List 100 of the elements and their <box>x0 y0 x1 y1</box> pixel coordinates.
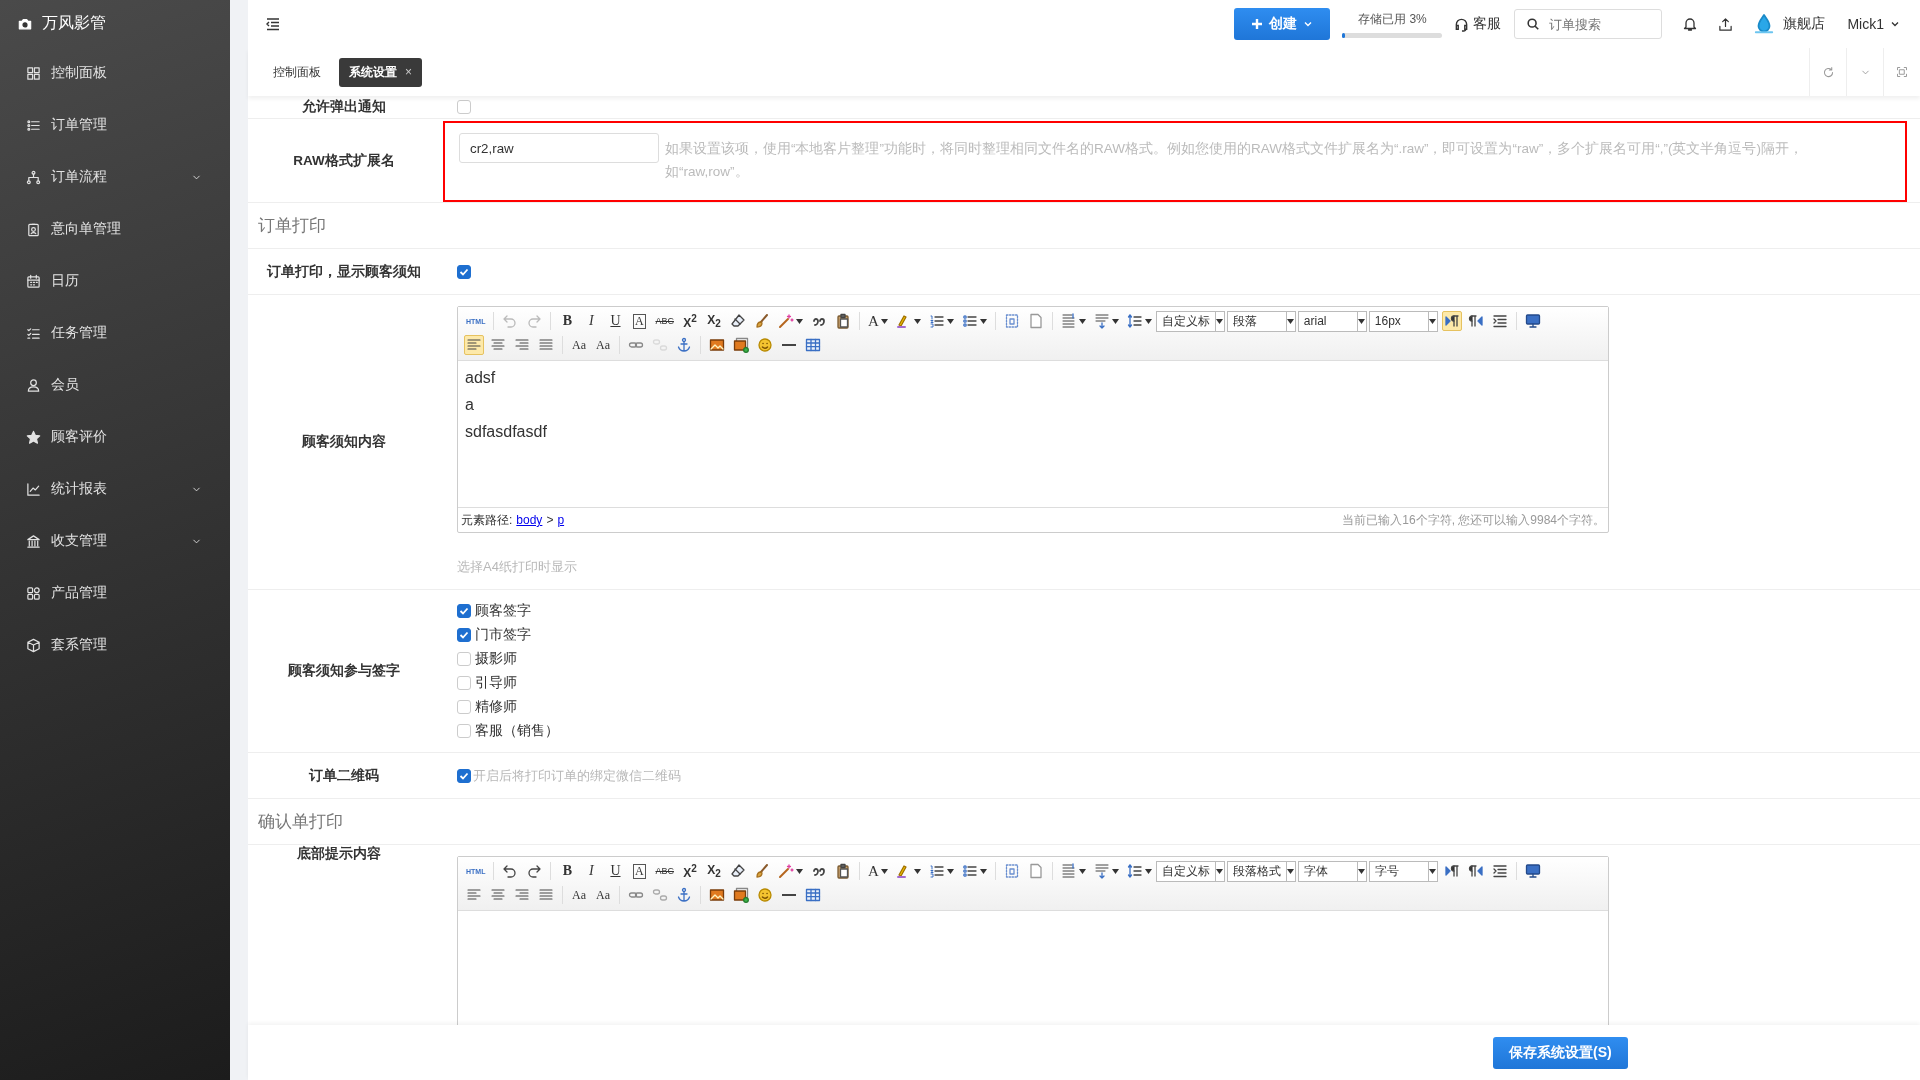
calendar-icon <box>26 273 41 289</box>
space-bottom-icon <box>1093 863 1110 879</box>
align-center-icon <box>490 337 506 353</box>
ordered-list-icon <box>928 863 945 879</box>
sidebar-item[interactable]: 任务管理 <box>0 307 230 359</box>
sidebar-item[interactable]: 产品管理 <box>0 567 230 619</box>
field-label: 允许弹出通知 <box>301 98 387 116</box>
caret-icon <box>1111 868 1119 874</box>
upload-icon <box>1718 16 1734 32</box>
caret-icon <box>913 318 921 324</box>
toolbar-dropdown[interactable]: 字号 <box>1368 860 1438 882</box>
checkbox[interactable] <box>457 628 471 642</box>
path-link[interactable]: p <box>557 513 565 527</box>
caret-icon <box>795 318 803 324</box>
bank-icon <box>26 533 41 549</box>
font-up-button[interactable]: Aa <box>569 335 589 355</box>
strikethrough-button[interactable]: ABC <box>653 861 676 881</box>
redo-icon <box>526 863 543 879</box>
align-left-icon <box>466 337 482 353</box>
close-icon[interactable]: × <box>405 65 412 79</box>
caret-icon <box>1078 868 1086 874</box>
camera-icon <box>18 16 32 31</box>
chevron-down-icon <box>1890 19 1900 29</box>
fontcolor-button[interactable]: A <box>865 311 890 331</box>
emoji-button[interactable] <box>755 335 775 355</box>
headset-icon <box>1454 16 1470 32</box>
sidebar-item[interactable]: 顾客评价 <box>0 411 230 463</box>
toolbar-dropdown[interactable]: 16px <box>1368 310 1438 332</box>
chart-icon <box>26 481 41 497</box>
font-down-button[interactable]: Aa <box>593 885 613 905</box>
store-logo-icon <box>1753 13 1776 35</box>
sidebar-item[interactable]: 统计报表 <box>0 463 230 515</box>
anchor-icon <box>676 337 692 353</box>
images-button[interactable] <box>731 335 751 355</box>
underline-button[interactable]: U <box>605 311 626 331</box>
sidebar-item[interactable]: 订单流程 <box>0 151 230 203</box>
checkbox[interactable] <box>457 768 471 783</box>
ltr-button[interactable] <box>1441 311 1462 331</box>
subscript-button[interactable]: X$_{2}$ <box>703 311 724 331</box>
checkmark-icon <box>459 770 469 781</box>
table-icon <box>805 337 821 353</box>
italic-button[interactable]: I <box>581 861 602 881</box>
input-field[interactable]: cr2,raw <box>459 133 659 163</box>
create-button[interactable]: 创建 <box>1234 8 1331 40</box>
toolbar-dropdown[interactable]: 段落格式 <box>1226 860 1296 882</box>
eraser-icon <box>729 863 746 879</box>
justify-icon <box>538 337 554 353</box>
superscript-button[interactable]: X$^{2}$ <box>679 861 700 881</box>
tasks-icon <box>26 325 41 341</box>
search-field[interactable]: 订单搜索 <box>1514 9 1663 39</box>
checkbox[interactable] <box>457 264 471 279</box>
sidebar-item[interactable]: 控制面板 <box>0 47 230 99</box>
superscript-button[interactable]: X$^{2}$ <box>679 311 700 331</box>
toolbar-dropdown[interactable]: arial <box>1297 310 1367 332</box>
space-bottom-icon <box>1093 313 1110 329</box>
toolbar-dropdown[interactable]: 字体 <box>1297 860 1367 882</box>
store-name: 旗舰店 <box>1783 15 1826 33</box>
sidebar-item[interactable]: 意向单管理 <box>0 203 230 255</box>
font-up-button[interactable]: Aa <box>569 885 589 905</box>
fontcolor-button[interactable]: A <box>865 861 890 881</box>
font-down-button[interactable]: Aa <box>593 335 613 355</box>
toolbar-dropdown[interactable]: 自定义标 <box>1155 860 1225 882</box>
images-button[interactable] <box>731 885 751 905</box>
sidebar-item[interactable]: 套系管理 <box>0 619 230 671</box>
caret-icon <box>1287 318 1295 324</box>
eraser-icon <box>729 313 746 329</box>
plus-icon <box>1251 18 1264 30</box>
rtl-icon <box>1467 863 1484 879</box>
editor-text: a <box>465 395 475 415</box>
path-link[interactable]: body <box>516 513 543 527</box>
bold-button[interactable]: B <box>557 861 578 881</box>
italic-button[interactable]: I <box>581 311 602 331</box>
sidebar-item[interactable]: 订单管理 <box>0 99 230 151</box>
save-button[interactable]: 保存系统设置(S) <box>1493 1036 1628 1069</box>
sidebar-item[interactable]: 会员 <box>0 359 230 411</box>
horizontal-rule-icon <box>782 344 796 346</box>
ltr-icon <box>1443 863 1460 879</box>
checkbox[interactable] <box>457 604 471 618</box>
bold-button[interactable]: B <box>557 311 578 331</box>
tab[interactable]: 控制面板 <box>263 57 331 87</box>
horizontal-rule-icon <box>782 894 796 896</box>
fontborder-button[interactable]: A <box>629 311 650 331</box>
sidebar-item[interactable]: 收支管理 <box>0 515 230 567</box>
strikethrough-button[interactable]: ABC <box>653 311 676 331</box>
tab[interactable]: 系统设置 × <box>339 57 422 87</box>
subscript-button[interactable]: X$_{2}$ <box>703 861 724 881</box>
user-menu[interactable]: Mick1 <box>1847 16 1900 32</box>
bell-icon <box>1682 16 1699 32</box>
underline-button[interactable]: U <box>605 861 626 881</box>
fontborder-button[interactable]: A <box>629 861 650 881</box>
caret-icon <box>1078 318 1086 324</box>
unlink-icon <box>652 337 668 353</box>
caret-icon <box>1111 318 1119 324</box>
toolbar-dropdown[interactable]: 自定义标 <box>1155 310 1225 332</box>
sidebar-item[interactable]: 日历 <box>0 255 230 307</box>
toolbar-dropdown[interactable]: 段落 <box>1226 310 1296 332</box>
user-icon <box>26 377 41 393</box>
indent-icon <box>1491 863 1508 879</box>
emoji-button[interactable] <box>755 885 775 905</box>
support-link[interactable]: 客服 <box>1454 15 1502 33</box>
